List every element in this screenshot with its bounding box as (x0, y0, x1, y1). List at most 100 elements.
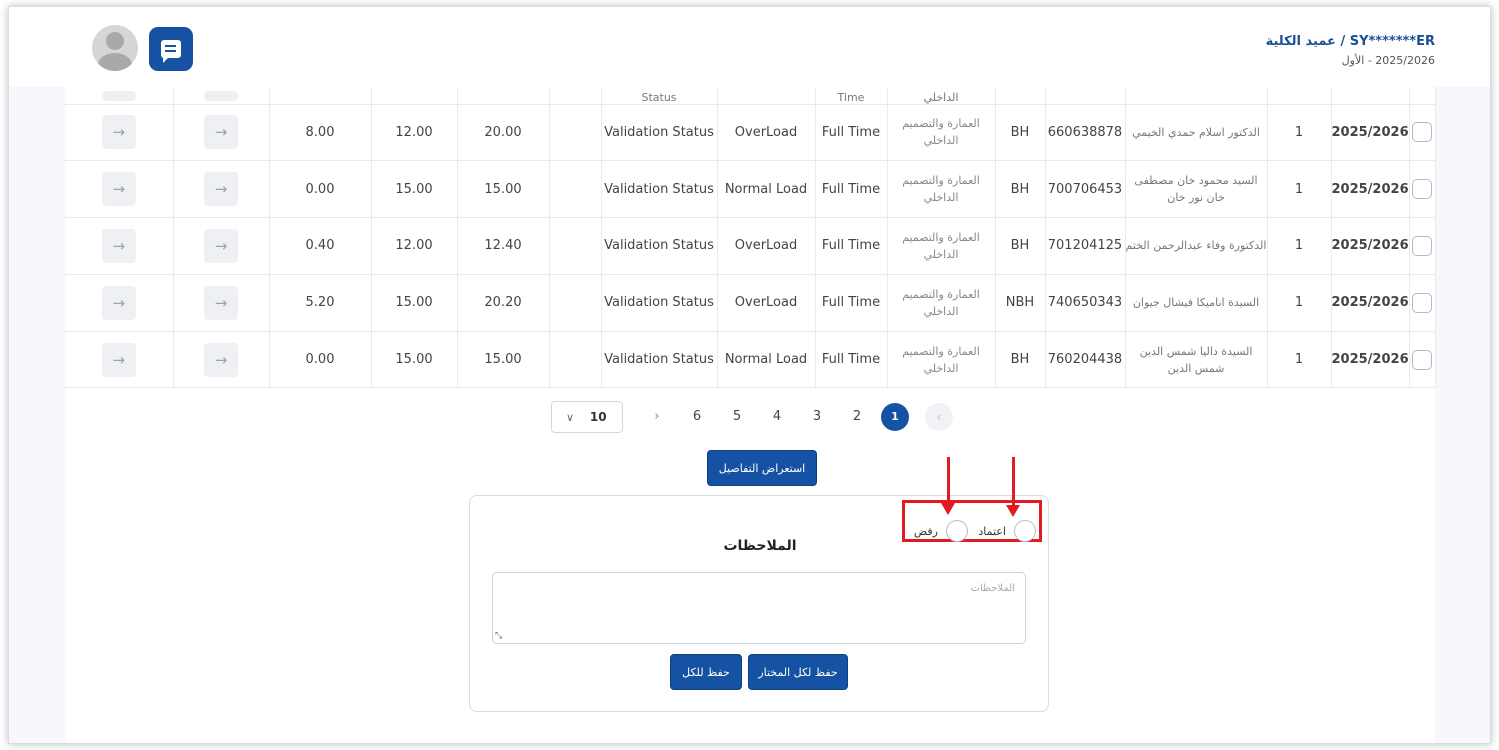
cell-load: OverLoad (717, 274, 816, 332)
save-all-button[interactable]: حفظ للكل (670, 654, 742, 690)
table-row: → → 0.00 15.00 15.00 Validation Status Normal … (65, 160, 1436, 219)
page-2[interactable]: 2 (843, 403, 871, 431)
table-row: → → 0.00 15.00 15.00 Validation Status Normal … (65, 331, 1436, 389)
arrow-right-icon[interactable]: → (101, 115, 136, 150)
notes-card: اعتماد رفض الملاحظات الملاحظات ⤡ حفظ للك… (469, 495, 1049, 712)
cell-id: 701204125 (1045, 217, 1126, 275)
cell-year: 2025/2026 (1331, 160, 1410, 219)
cell-time: Full Time (815, 104, 888, 162)
arrow-right-icon[interactable]: → (101, 285, 136, 320)
avatar-head-icon (106, 32, 124, 50)
cell-type: BH (995, 160, 1046, 219)
table-row: → → 8.00 12.00 20.00 Validation Status OverLoa… (65, 104, 1436, 162)
cell-extra-hours: 0.40 (269, 217, 372, 275)
arrow-right-icon[interactable]: → (204, 172, 238, 207)
row-checkbox[interactable] (1412, 179, 1432, 200)
notes-title: الملاحظات (723, 538, 797, 554)
arrow-right-icon[interactable]: → (101, 228, 136, 263)
cell-semester: 1 (1267, 331, 1332, 389)
cell-time: Full Time (815, 331, 888, 389)
cell-id: 760204438 (1045, 331, 1126, 389)
cell-validation: Validation Status (601, 217, 718, 275)
messages-button[interactable] (149, 27, 193, 71)
cell-semester: 1 (1267, 104, 1332, 162)
arrow-right-icon[interactable]: → (204, 228, 238, 263)
cell-base-hours: 15.00 (371, 331, 458, 389)
cell-id: 740650343 (1045, 274, 1126, 332)
page-6[interactable]: 6 (683, 403, 711, 431)
cell-type: BH (995, 104, 1046, 162)
cell-extra-hours: 0.00 (269, 331, 372, 389)
cell-time: Full Time (815, 217, 888, 275)
row-checkbox[interactable] (1412, 235, 1432, 256)
cell-load: OverLoad (717, 217, 816, 275)
row-checkbox[interactable] (1412, 122, 1432, 143)
user-title: SY*******ER / عميد الكلية (1265, 34, 1435, 49)
cell-name: الدكتورة وفاء عبدالرحمن الختم (1125, 217, 1268, 275)
arrow-right-icon[interactable] (204, 90, 238, 101)
row-checkbox[interactable] (1412, 349, 1432, 370)
cell-load: Normal Load (717, 331, 816, 389)
page-5[interactable]: 5 (723, 403, 751, 431)
cell-extra-hours: 5.20 (269, 274, 372, 332)
annotation-arrow-reject (941, 457, 955, 515)
arrow-right-icon[interactable]: → (204, 115, 238, 150)
cell-dept: العمارة والتصميم الداخلي (887, 331, 996, 389)
cell-name: السيد محمود خان مصطفى خان نور خان (1125, 160, 1268, 219)
cell-year: 2025/2026 (1331, 217, 1410, 275)
cell-type: BH (995, 217, 1046, 275)
cell-validation: Validation Status (601, 331, 718, 389)
page-1-current[interactable]: 1 (881, 403, 909, 431)
cell-load: Normal Load (717, 160, 816, 219)
avatar-body-icon (98, 53, 132, 71)
cell-base-hours: 12.00 (371, 104, 458, 162)
cell-name: الدكتور اسلام حمدي الخيمي (1125, 104, 1268, 162)
cell-total-hours: 15.00 (457, 160, 550, 219)
arrow-right-icon[interactable]: → (204, 342, 238, 377)
arrow-right-icon[interactable] (101, 90, 136, 101)
user-info: SY*******ER / عميد الكلية 2025/2026 - ال… (1266, 34, 1435, 67)
faculty-load-table: Status Time الداخلي → → 8.00 12.00 20.00 Vali… (65, 87, 1436, 389)
approve-label: اعتماد (978, 524, 1006, 538)
cell-dept: العمارة والتصميم الداخلي (887, 160, 996, 219)
cell-time: Full Time (815, 274, 888, 332)
cell-base-hours: 12.00 (371, 217, 458, 275)
pagination: ∨ 10 › 6 5 4 3 2 1 ‹ (551, 399, 981, 435)
page-size-select[interactable]: ∨ 10 (551, 401, 623, 433)
cell-name: السيدة داليا شمس الدين شمس الدين (1125, 331, 1268, 389)
faculty-load-table-container: Status Time الداخلي → → 8.00 12.00 20.00 Vali… (65, 87, 1436, 743)
page-4[interactable]: 4 (763, 403, 791, 431)
arrow-right-icon[interactable]: → (101, 172, 136, 207)
page-3[interactable]: 3 (803, 403, 831, 431)
next-page-button[interactable]: › (643, 403, 671, 431)
resize-handle-icon[interactable]: ⤡ (495, 631, 502, 641)
cell-empty (549, 160, 602, 219)
cell-base-hours: 15.00 (371, 274, 458, 332)
cell-year: 2025/2026 (1331, 104, 1410, 162)
avatar[interactable] (92, 25, 138, 71)
cell-total-hours: 20.20 (457, 274, 550, 332)
cell-time: Full Time (815, 160, 888, 219)
prev-page-button[interactable]: ‹ (925, 403, 953, 431)
arrow-right-icon[interactable]: → (204, 285, 238, 320)
cell-time: Time (815, 87, 888, 105)
cell-empty (549, 331, 602, 389)
chat-bubble-icon (161, 40, 181, 63)
reject-label: رفض (913, 524, 938, 538)
cell-total-hours: 12.40 (457, 217, 550, 275)
view-details-button[interactable]: استعراض التفاصيل (707, 450, 817, 486)
cell-validation: Status (601, 87, 718, 105)
cell-year: 2025/2026 (1331, 331, 1410, 389)
cell-semester: 1 (1267, 160, 1332, 219)
cell-total-hours: 15.00 (457, 331, 550, 389)
cell-dept: العمارة والتصميم الداخلي (887, 217, 996, 275)
table-row-partial: Status Time الداخلي (65, 87, 1436, 105)
cell-validation: Validation Status (601, 160, 718, 219)
notes-textarea[interactable]: الملاحظات ⤡ (492, 572, 1026, 644)
arrow-right-icon[interactable]: → (101, 342, 136, 377)
cell-empty (549, 274, 602, 332)
row-checkbox[interactable] (1412, 292, 1432, 313)
save-selected-button[interactable]: حفظ لكل المختار (748, 654, 848, 690)
cell-type: BH (995, 331, 1046, 389)
user-subtitle: 2025/2026 - الأول (1341, 54, 1435, 67)
